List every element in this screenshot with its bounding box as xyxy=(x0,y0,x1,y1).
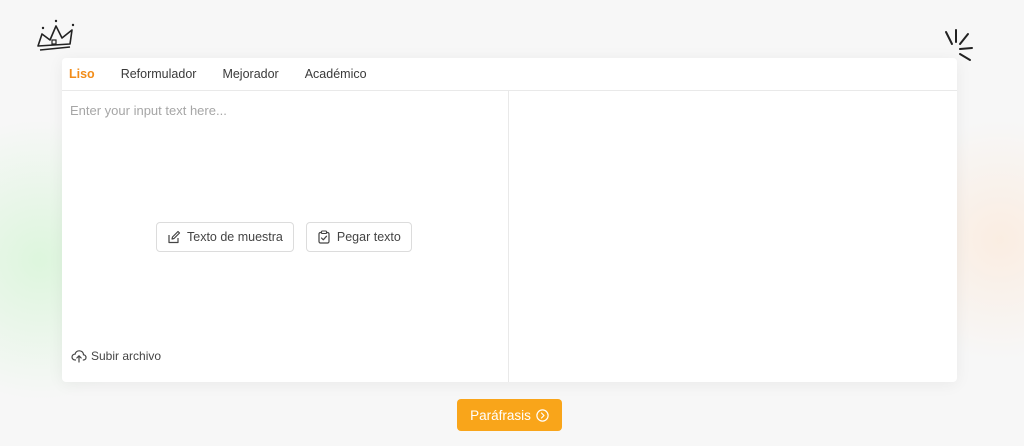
mode-tabs: Liso Reformulador Mejorador Académico xyxy=(62,58,957,91)
tab-liso[interactable]: Liso xyxy=(69,63,95,85)
paste-text-button[interactable]: Pegar texto xyxy=(305,222,412,252)
paraphrase-button[interactable]: Paráfrasis xyxy=(457,399,562,431)
sample-text-label: Texto de muestra xyxy=(187,230,283,244)
chevron-circle-right-icon xyxy=(536,408,549,422)
clipboard-check-icon xyxy=(318,230,330,244)
editor-panes: Texto de muestra Pegar texto Subir archi xyxy=(62,91,957,382)
upload-file-label: Subir archivo xyxy=(91,349,162,363)
paraphraser-card: Liso Reformulador Mejorador Académico Te… xyxy=(62,58,957,382)
tab-reformulador[interactable]: Reformulador xyxy=(121,63,197,85)
paste-text-label: Pegar texto xyxy=(336,230,401,244)
input-actions: Texto de muestra Pegar texto xyxy=(156,222,424,252)
cloud-upload-icon xyxy=(71,350,87,363)
tab-mejorador[interactable]: Mejorador xyxy=(222,63,278,85)
paraphrase-button-label: Paráfrasis xyxy=(470,407,531,423)
input-pane: Texto de muestra Pegar texto Subir archi xyxy=(62,91,509,382)
output-pane xyxy=(509,91,957,382)
crown-doodle-icon xyxy=(37,19,75,51)
upload-file-link[interactable]: Subir archivo xyxy=(71,349,161,363)
edit-note-icon xyxy=(168,230,181,244)
sample-text-button[interactable]: Texto de muestra xyxy=(156,222,294,252)
tab-academico[interactable]: Académico xyxy=(305,63,367,85)
